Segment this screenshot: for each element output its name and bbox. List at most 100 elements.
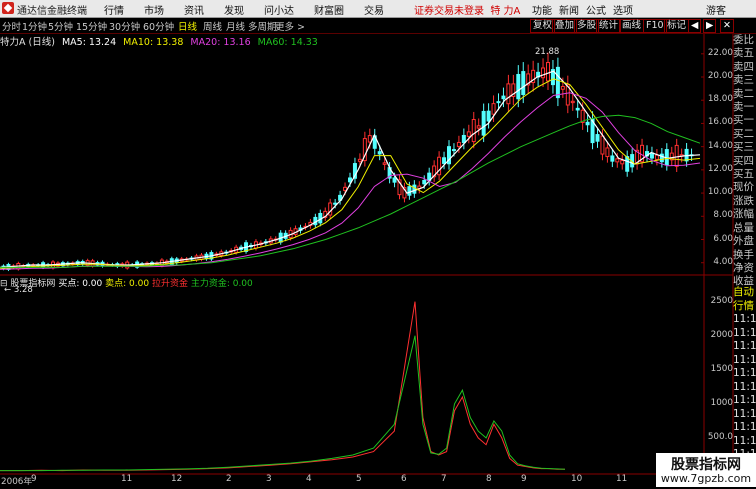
- menu-item-news2[interactable]: 新闻: [559, 6, 579, 17]
- candle-body: [214, 253, 219, 256]
- date-tick: 11: [121, 474, 133, 484]
- candle-body: [486, 110, 491, 122]
- candle-body: [481, 110, 486, 136]
- candle-body: [615, 158, 620, 163]
- period-daily[interactable]: 日线: [178, 19, 197, 33]
- candle-body: [194, 255, 199, 261]
- volume-tick: 2500: [710, 295, 733, 306]
- candle-body: [645, 151, 649, 157]
- candle-body: [313, 216, 318, 226]
- period-15min[interactable]: 15分钟: [76, 19, 107, 33]
- candle-body: [575, 107, 580, 111]
- period-monthly[interactable]: 月线: [226, 19, 245, 33]
- menu-item-market[interactable]: 市场: [144, 6, 164, 17]
- candle-body: [80, 261, 85, 265]
- kline-chart: [0, 34, 734, 487]
- candle-body: [526, 73, 531, 86]
- period-multi[interactable]: 多周期: [248, 19, 277, 33]
- candle-body: [209, 252, 214, 260]
- side-label: 买一: [733, 114, 754, 127]
- candle-body: [328, 202, 333, 216]
- menu-item-discover[interactable]: 发现: [224, 6, 244, 17]
- tick-time: 11:1: [733, 394, 756, 406]
- tick-time: 11:1: [733, 380, 756, 393]
- candle-body: [476, 125, 481, 129]
- candle-body: [169, 258, 174, 265]
- candle-body: [382, 162, 387, 165]
- candle-body: [125, 261, 130, 269]
- candle-body: [253, 241, 258, 249]
- guest-label[interactable]: 游客: [706, 2, 726, 17]
- candle-body: [397, 179, 402, 196]
- candle-body: [308, 221, 313, 226]
- period-30min[interactable]: 30分钟: [109, 19, 140, 33]
- period-5min[interactable]: 5分钟: [48, 19, 73, 33]
- candle-body: [595, 134, 600, 142]
- indicator-name[interactable]: 股票指标网: [10, 279, 55, 289]
- next-icon[interactable]: ▶: [703, 19, 717, 33]
- candle-body: [437, 156, 442, 176]
- period-tick[interactable]: 分时: [2, 19, 21, 33]
- main-fund-label: 主力资金: 0.00: [190, 279, 253, 289]
- side-label: 总量: [733, 221, 754, 234]
- prev-icon[interactable]: ◀: [688, 19, 702, 33]
- draw-button[interactable]: 画线: [619, 19, 645, 33]
- side-label: 委比: [733, 34, 754, 46]
- high-price-label: 21.88: [535, 47, 560, 57]
- rise-fund-label: 拉升资金: [151, 279, 188, 289]
- tick-time: 11:1: [733, 407, 756, 420]
- main-menu: 行情 市场 资讯 发现 问小达 财富圈 交易: [104, 2, 404, 17]
- candle-body: [679, 154, 684, 157]
- candle-body: [580, 109, 585, 123]
- candle-body: [75, 261, 80, 266]
- price-tick: 10.00: [707, 187, 733, 198]
- candle-body: [407, 186, 412, 196]
- candle-body: [263, 241, 268, 244]
- watermark: 股票指标网 www.7gpzb.com: [656, 453, 756, 487]
- candle-body: [362, 138, 367, 162]
- ma10-line: [0, 78, 701, 269]
- menu-item-trade[interactable]: 交易: [364, 6, 384, 17]
- menu-item-options[interactable]: 选项: [613, 6, 633, 17]
- period-60min[interactable]: 60分钟: [143, 19, 174, 33]
- candle-body: [560, 86, 565, 90]
- candle-body: [372, 135, 377, 149]
- period-more[interactable]: 更多 >: [275, 19, 305, 33]
- mark-button[interactable]: 标记: [664, 19, 690, 33]
- candle-body: [630, 154, 635, 168]
- period-1min[interactable]: 1分钟: [22, 19, 47, 33]
- indicator-icon[interactable]: ⊟: [0, 279, 8, 289]
- candle-body: [6, 264, 11, 270]
- date-tick: 2: [226, 474, 232, 484]
- login-warning[interactable]: 证券交易未登录 特 力A: [414, 2, 520, 17]
- candle-body: [130, 264, 135, 267]
- candle-body: [531, 69, 536, 84]
- stats-button[interactable]: 统计: [596, 19, 622, 33]
- candle-body: [600, 135, 605, 155]
- date-tick: 10: [571, 474, 583, 484]
- menu-item-news[interactable]: 资讯: [184, 6, 204, 17]
- date-tick: 2006年: [1, 477, 33, 487]
- candle-body: [16, 263, 21, 270]
- menu-item-function[interactable]: 功能: [532, 6, 552, 17]
- rise-fund-line: [0, 301, 565, 472]
- price-tick: 12.00: [707, 163, 733, 174]
- menu-item-wealth[interactable]: 财富圈: [314, 6, 344, 17]
- close-icon[interactable]: ✕: [720, 19, 734, 33]
- date-tick: 4: [306, 474, 312, 484]
- candle-body: [199, 254, 204, 260]
- candle-body: [367, 135, 372, 143]
- side-label: 外盘: [733, 235, 754, 248]
- ma20-line: [0, 92, 701, 270]
- candle-body: [506, 83, 511, 105]
- candle-body: [150, 262, 154, 265]
- menu-item-ask[interactable]: 问小达: [264, 6, 294, 17]
- candle-body: [90, 260, 95, 267]
- candle-body: [189, 257, 194, 260]
- menu-item-formula[interactable]: 公式: [586, 6, 606, 17]
- candle-body: [521, 71, 526, 95]
- period-weekly[interactable]: 周线: [203, 19, 222, 33]
- menu-item-quotes[interactable]: 行情: [104, 6, 124, 17]
- sell-point-label: 卖点: 0.00: [105, 279, 150, 289]
- tick-time: 11:1: [733, 421, 756, 433]
